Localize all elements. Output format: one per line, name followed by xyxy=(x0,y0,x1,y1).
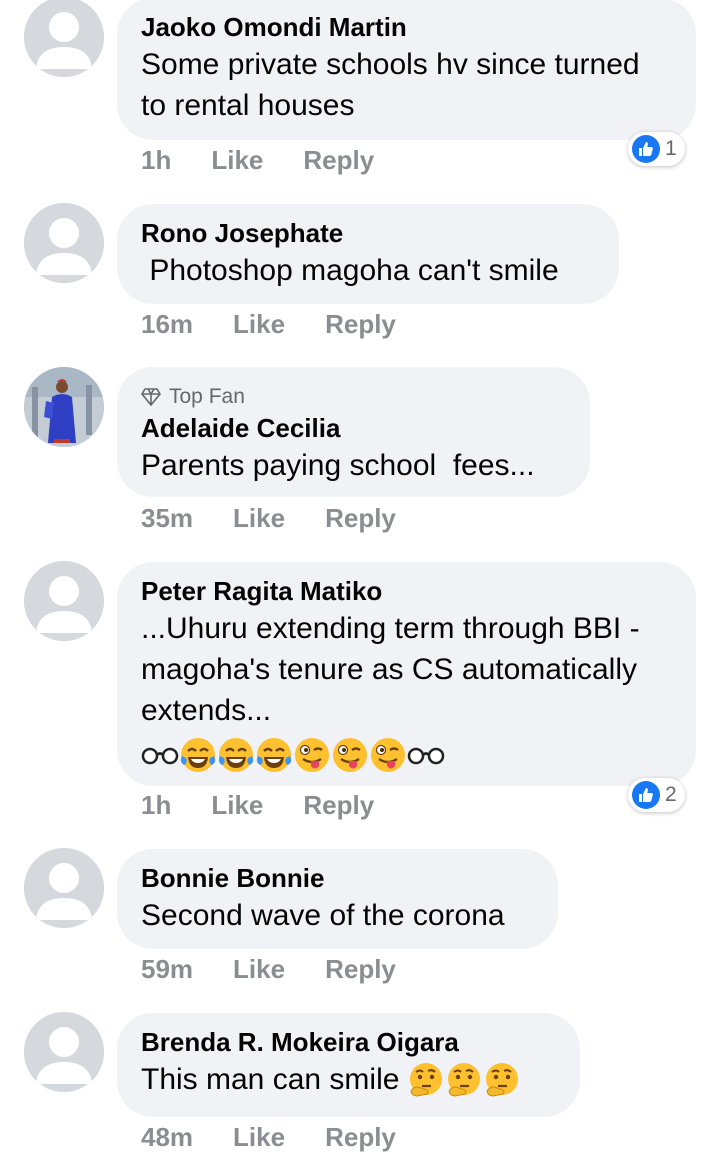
comment-text: Second wave of the corona xyxy=(141,899,505,932)
winking-tongue-emoji xyxy=(371,738,405,772)
comment-bubble: Jaoko Omondi Martin Some private schools… xyxy=(117,0,696,140)
commenter-name[interactable]: Rono Josephate xyxy=(141,216,595,250)
like-button[interactable]: Like xyxy=(233,1122,285,1153)
default-avatar-icon xyxy=(24,1012,104,1092)
emoji-line xyxy=(141,733,672,777)
comment-actions: 1h Like Reply xyxy=(141,145,374,176)
comment-bubble: Bonnie Bonnie Second wave of the corona xyxy=(117,849,558,949)
winking-tongue-emoji xyxy=(295,738,329,772)
commenter-name[interactable]: Jaoko Omondi Martin xyxy=(141,10,672,44)
like-button[interactable]: Like xyxy=(211,145,263,176)
reaction-count: 2 xyxy=(665,783,677,806)
user-photo-avatar xyxy=(24,367,104,447)
comment-text: Some private schools hv since turned to … xyxy=(141,48,648,122)
glasses-emoji xyxy=(407,747,445,765)
like-reaction-icon xyxy=(632,781,660,809)
tears-of-joy-emoji xyxy=(180,738,216,772)
comment-time[interactable]: 1h xyxy=(141,145,171,176)
default-avatar-icon xyxy=(24,0,104,77)
like-button[interactable]: Like xyxy=(233,503,285,534)
default-avatar-icon xyxy=(24,203,104,283)
thinking-emoji xyxy=(448,1062,481,1097)
avatar[interactable] xyxy=(24,1012,104,1092)
commenter-name[interactable]: Peter Ragita Matiko xyxy=(141,574,672,608)
commenter-name[interactable]: Bonnie Bonnie xyxy=(141,861,534,895)
glasses-emoji xyxy=(141,747,179,765)
comment-bubble: Top Fan Adelaide Cecilia Parents paying … xyxy=(117,367,590,497)
avatar[interactable] xyxy=(24,848,104,928)
avatar[interactable] xyxy=(24,0,104,77)
commenter-name[interactable]: Adelaide Cecilia xyxy=(141,411,566,445)
comment-text: This man can smile xyxy=(141,1063,400,1096)
comment-bubble: Brenda R. Mokeira Oigara This man can sm… xyxy=(117,1013,580,1117)
reply-button[interactable]: Reply xyxy=(303,790,374,821)
comment-time[interactable]: 16m xyxy=(141,309,193,340)
reaction-count: 1 xyxy=(665,137,677,160)
comment-actions: 48m Like Reply xyxy=(141,1122,396,1153)
reply-button[interactable]: Reply xyxy=(325,954,396,985)
emoji-group xyxy=(407,1061,521,1099)
default-avatar-icon xyxy=(24,848,104,928)
comment-time[interactable]: 59m xyxy=(141,954,193,985)
reaction-summary[interactable]: 2 xyxy=(628,778,685,812)
comment-actions: 59m Like Reply xyxy=(141,954,396,985)
avatar[interactable] xyxy=(24,367,104,447)
tears-of-joy-emoji xyxy=(256,738,292,772)
comment-actions: 35m Like Reply xyxy=(141,503,396,534)
like-button[interactable]: Like xyxy=(211,790,263,821)
comment-actions: 1h Like Reply xyxy=(141,790,374,821)
avatar[interactable] xyxy=(24,203,104,283)
default-avatar-icon xyxy=(24,561,104,641)
commenter-name[interactable]: Brenda R. Mokeira Oigara xyxy=(141,1025,556,1059)
like-reaction-icon xyxy=(632,135,660,163)
reaction-summary[interactable]: 1 xyxy=(628,132,685,166)
thinking-emoji xyxy=(486,1062,519,1097)
comment-text: ...Uhuru extending term through BBI -mag… xyxy=(141,612,646,727)
top-fan-badge: Top Fan xyxy=(141,385,566,409)
comment-bubble: Rono Josephate Photoshop magoha can't sm… xyxy=(117,204,619,304)
reply-button[interactable]: Reply xyxy=(325,309,396,340)
comment-text: Parents paying school fees... xyxy=(141,449,535,482)
comment-actions: 16m Like Reply xyxy=(141,309,396,340)
comment-time[interactable]: 35m xyxy=(141,503,193,534)
tears-of-joy-emoji xyxy=(218,738,254,772)
like-button[interactable]: Like xyxy=(233,954,285,985)
top-fan-label: Top Fan xyxy=(169,385,245,408)
reply-button[interactable]: Reply xyxy=(325,503,396,534)
reply-button[interactable]: Reply xyxy=(325,1122,396,1153)
comment-bubble: Peter Ragita Matiko ...Uhuru extending t… xyxy=(117,562,696,786)
like-button[interactable]: Like xyxy=(233,309,285,340)
diamond-icon xyxy=(141,388,161,406)
comment-time[interactable]: 48m xyxy=(141,1122,193,1153)
avatar[interactable] xyxy=(24,561,104,641)
thinking-emoji xyxy=(410,1062,443,1097)
winking-tongue-emoji xyxy=(333,738,367,772)
comment-time[interactable]: 1h xyxy=(141,790,171,821)
comment-text: Photoshop magoha can't smile xyxy=(141,254,559,287)
reply-button[interactable]: Reply xyxy=(303,145,374,176)
